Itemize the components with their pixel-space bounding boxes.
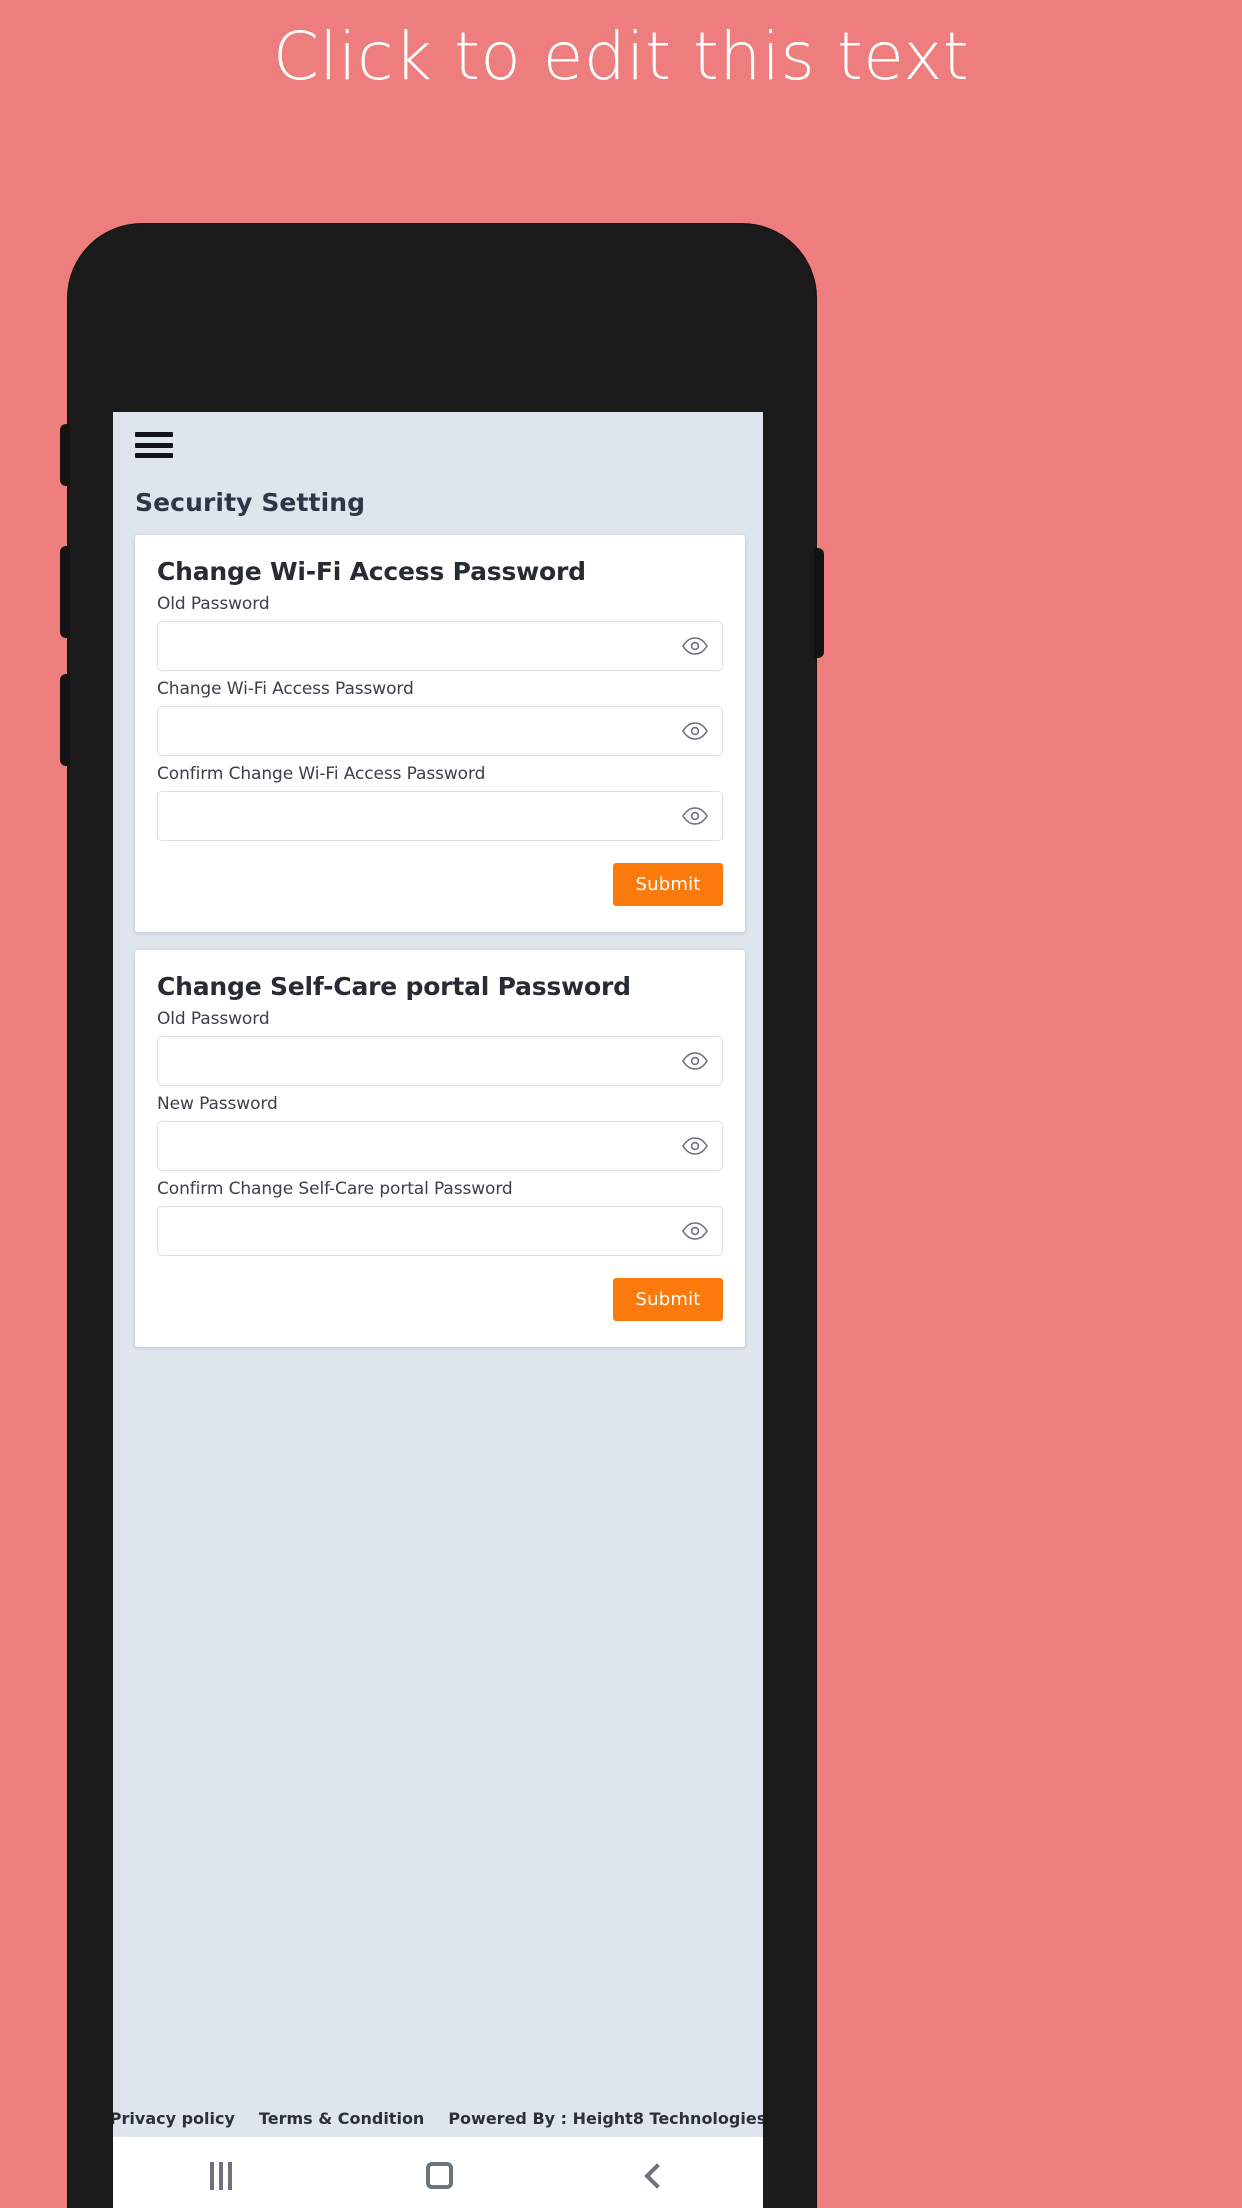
- submit-row: Submit: [157, 863, 723, 906]
- eye-icon[interactable]: [682, 1137, 708, 1155]
- password-input-wrap[interactable]: [157, 1121, 723, 1171]
- eye-icon[interactable]: [682, 637, 708, 655]
- field-label: Change Wi-Fi Access Password: [157, 679, 414, 699]
- mute-switch: [60, 424, 70, 486]
- eye-icon[interactable]: [682, 807, 708, 825]
- recent-bar: [228, 2161, 233, 2190]
- recent-bar: [210, 2161, 215, 2190]
- phone-mockup: Security Setting Change Wi-Fi Access Pas…: [60, 224, 824, 2208]
- password-input-wrap[interactable]: [157, 1206, 723, 1256]
- hamburger-bar: [135, 453, 173, 458]
- footer: Privacy policy Terms & Condition Powered…: [113, 2109, 763, 2128]
- recent-bar: [219, 2161, 224, 2190]
- card-title: Change Self-Care portal Password: [157, 972, 631, 1001]
- confirm-wifi-password-input[interactable]: [158, 792, 722, 840]
- volume-up-button: [60, 546, 70, 638]
- field-confirm-wifi-password: Confirm Change Wi-Fi Access Password: [157, 764, 723, 841]
- field-new-password: New Password: [157, 1094, 723, 1171]
- submit-button-wifi[interactable]: Submit: [613, 863, 723, 906]
- password-input-wrap[interactable]: [157, 706, 723, 756]
- eye-icon[interactable]: [682, 722, 708, 740]
- field-old-password: Old Password: [157, 1009, 723, 1086]
- selfcare-old-password-input[interactable]: [158, 1037, 722, 1085]
- hamburger-bar: [135, 432, 173, 437]
- field-label: Old Password: [157, 594, 270, 614]
- submit-button-selfcare[interactable]: Submit: [613, 1278, 723, 1321]
- back-chevron-icon[interactable]: [644, 2162, 670, 2189]
- confirm-selfcare-password-input[interactable]: [158, 1207, 722, 1255]
- eye-icon[interactable]: [682, 1052, 708, 1070]
- system-navigation-bar: [113, 2136, 763, 2208]
- power-button: [814, 548, 824, 658]
- field-label: Old Password: [157, 1009, 270, 1029]
- field-confirm-selfcare-password: Confirm Change Self-Care portal Password: [157, 1179, 723, 1256]
- password-input-wrap[interactable]: [157, 1036, 723, 1086]
- field-label: Confirm Change Wi-Fi Access Password: [157, 764, 486, 784]
- hamburger-icon[interactable]: [135, 432, 173, 458]
- old-password-input[interactable]: [158, 622, 722, 670]
- card-change-wifi-password: Change Wi-Fi Access Password Old Passwor…: [135, 535, 745, 932]
- eye-icon[interactable]: [682, 1222, 708, 1240]
- powered-by-label: Powered By : Height8 Technologies: [448, 2109, 763, 2128]
- recent-apps-icon[interactable]: [210, 2161, 233, 2190]
- field-label: Confirm Change Self-Care portal Password: [157, 1179, 513, 1199]
- password-input-wrap[interactable]: [157, 621, 723, 671]
- terms-condition-link[interactable]: Terms & Condition: [259, 2109, 424, 2128]
- selfcare-new-password-input[interactable]: [158, 1122, 722, 1170]
- field-new-wifi-password: Change Wi-Fi Access Password: [157, 679, 723, 756]
- submit-row: Submit: [157, 1278, 723, 1321]
- app-bar: [113, 412, 763, 474]
- security-setting-heading: Security Setting: [135, 488, 366, 517]
- field-old-password: Old Password: [157, 594, 723, 671]
- password-input-wrap[interactable]: [157, 791, 723, 841]
- phone-screen: Security Setting Change Wi-Fi Access Pas…: [113, 412, 763, 2208]
- field-label: New Password: [157, 1094, 278, 1114]
- page-title[interactable]: Click to edit this text: [0, 16, 1242, 99]
- volume-down-button: [60, 674, 70, 766]
- card-change-selfcare-password: Change Self-Care portal Password Old Pas…: [135, 950, 745, 1347]
- home-square-icon[interactable]: [426, 2162, 454, 2189]
- new-wifi-password-input[interactable]: [158, 707, 722, 755]
- privacy-policy-link[interactable]: Privacy policy: [113, 2109, 235, 2128]
- hamburger-bar: [135, 442, 173, 448]
- card-title: Change Wi-Fi Access Password: [157, 557, 586, 586]
